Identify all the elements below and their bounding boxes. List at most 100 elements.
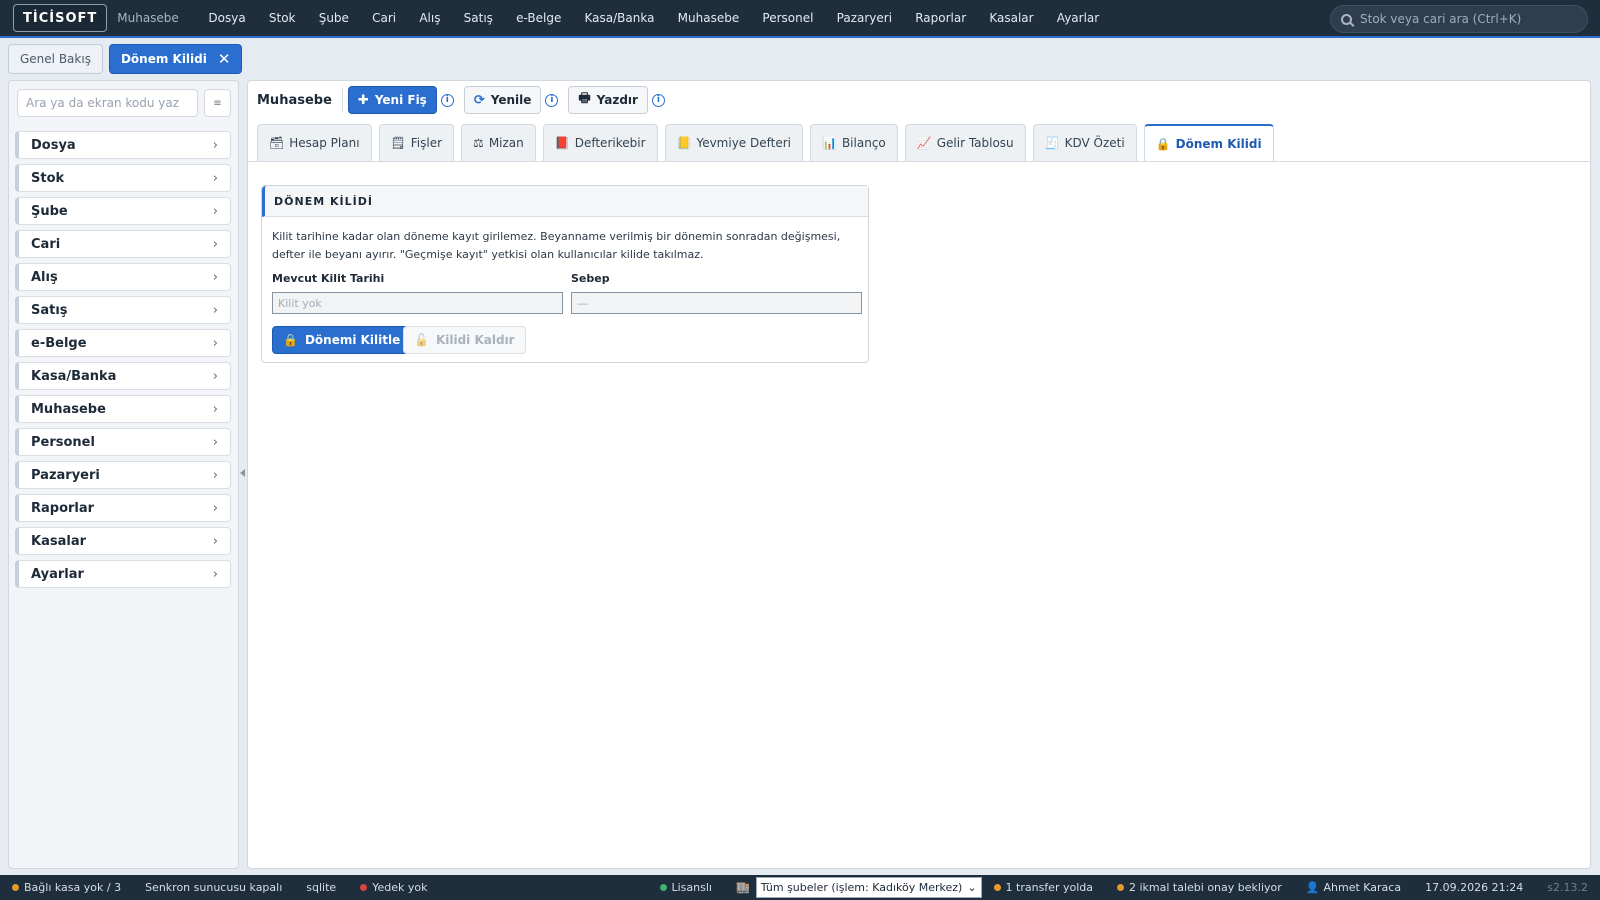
- unlock-button[interactable]: 🔓 Kilidi Kaldır: [403, 326, 526, 354]
- global-search-input[interactable]: Stok veya cari ara (Ctrl+K): [1330, 5, 1588, 33]
- sidebar-item-label: Kasalar: [31, 533, 86, 549]
- app-logo[interactable]: TİCİSOFT: [13, 4, 108, 32]
- sidebar-item-ayarlar[interactable]: Ayarlar ›: [15, 560, 231, 588]
- sidebar-item-label: Muhasebe: [31, 401, 106, 417]
- top-bar: TİCİSOFT Muhasebe Dosya Stok Şube Cari A…: [0, 0, 1600, 38]
- print-button[interactable]: 🖶 Yazdır: [568, 86, 648, 114]
- sidebar-item-pazaryeri[interactable]: Pazaryeri ›: [15, 461, 231, 489]
- sidebar-item-kasalar[interactable]: Kasalar ›: [15, 527, 231, 555]
- sidebar-item-satis[interactable]: Satış ›: [15, 296, 231, 324]
- sidebar-item-label: Dosya: [31, 137, 76, 153]
- transfer-text: 1 transfer yolda: [1005, 881, 1093, 894]
- sidebar-item-label: Şube: [31, 203, 68, 219]
- info-icon[interactable]: i: [545, 93, 559, 107]
- chevron-right-icon: ›: [212, 401, 218, 417]
- chevron-right-icon: ›: [212, 236, 218, 252]
- status-bar: Bağlı kasa yok / 3 Senkron sunucusu kapa…: [0, 875, 1600, 900]
- tab-gelir-tablosu[interactable]: 📈 Gelir Tablosu: [904, 124, 1026, 161]
- request-text: 2 ikmal talebi onay bekliyor: [1128, 881, 1282, 894]
- sidebar-search-input[interactable]: Ara ya da ekran kodu yaz: [17, 89, 198, 117]
- sidebar-item-alis[interactable]: Alış ›: [15, 263, 231, 291]
- info-icon[interactable]: i: [440, 93, 454, 107]
- close-icon[interactable]: ✕: [218, 50, 231, 68]
- lock-period-button[interactable]: 🔒 Dönemi Kilitle: [272, 326, 412, 354]
- topnav-stok[interactable]: Stok: [257, 11, 307, 25]
- topnav-cari[interactable]: Cari: [361, 11, 408, 25]
- sidebar-collapse-handle[interactable]: [240, 469, 245, 477]
- sidebar-item-label: Personel: [31, 434, 95, 450]
- tab-fisler[interactable]: 🗒 Fişler: [378, 124, 455, 161]
- toolbar-title: Muhasebe: [257, 92, 332, 108]
- sidebar-item-e-belge[interactable]: e-Belge ›: [15, 329, 231, 357]
- warning-dot-icon: [12, 884, 19, 891]
- chevron-right-icon: ›: [212, 434, 218, 450]
- sidebar-item-label: Ayarlar: [31, 566, 84, 582]
- sidebar-item-cari[interactable]: Cari ›: [15, 230, 231, 258]
- chevron-right-icon: ›: [212, 467, 218, 483]
- current-lock-field[interactable]: Kilit yok: [272, 292, 563, 314]
- topnav-personel[interactable]: Personel: [751, 11, 825, 25]
- sidebar-item-label: Alış: [31, 269, 58, 285]
- topnav-raporlar[interactable]: Raporlar: [904, 11, 978, 25]
- tab-bilanco[interactable]: 📊 Bilanço: [810, 124, 898, 161]
- tab-genel-bakis[interactable]: Genel Bakış: [8, 44, 103, 74]
- topnav-e-belge[interactable]: e-Belge: [505, 11, 573, 25]
- period-lock-panel: DÖNEM KİLİDİ Kilit tarihine kadar olan d…: [261, 185, 869, 363]
- topnav-pazaryeri[interactable]: Pazaryeri: [825, 11, 904, 25]
- branch-select[interactable]: Tüm şubeler (işlem: Kadıköy Merkez) ⌄: [755, 877, 982, 898]
- tab-label: Dönem Kilidi: [1175, 137, 1262, 151]
- backup-status: Yedek yok: [348, 881, 439, 894]
- sidebar-item-muhasebe[interactable]: Muhasebe ›: [15, 395, 231, 423]
- transfer-status[interactable]: 1 transfer yolda: [982, 881, 1105, 894]
- sidebar-item-label: Satış: [31, 302, 68, 318]
- topnav-sube[interactable]: Şube: [307, 11, 360, 25]
- sidebar-item-raporlar[interactable]: Raporlar ›: [15, 494, 231, 522]
- tab-donem-kilidi-module[interactable]: 🔒 Dönem Kilidi: [1143, 124, 1274, 162]
- tab-yevmiye-defteri[interactable]: 📒 Yevmiye Defteri: [664, 124, 803, 161]
- module-tabs: 🗃 Hesap Planı 🗒 Fişler ⚖ Mizan 📕 Defterikebi…: [257, 124, 1274, 162]
- topnav-muhasebe[interactable]: Muhasebe: [666, 11, 751, 25]
- topnav-alis[interactable]: Alış: [408, 11, 452, 25]
- license-text: Lisanslı: [671, 881, 712, 894]
- info-icon[interactable]: i: [651, 93, 665, 107]
- sidebar-item-stok[interactable]: Stok ›: [15, 164, 231, 192]
- sidebar-item-sube[interactable]: Şube ›: [15, 197, 231, 225]
- sidebar-item-label: Cari: [31, 236, 61, 252]
- user-status[interactable]: 👤 Ahmet Karaca: [1294, 881, 1413, 894]
- new-voucher-button[interactable]: ✚ Yeni Fiş: [347, 86, 437, 114]
- red-book-icon: 📕: [554, 136, 570, 150]
- branch-icon: 🏬: [735, 881, 750, 894]
- search-icon: [1341, 13, 1352, 25]
- refresh-label: Yenile: [490, 93, 532, 107]
- toolbar-divider: [341, 88, 343, 112]
- request-status[interactable]: 2 ikmal talebi onay bekliyor: [1105, 881, 1294, 894]
- receipt-icon: 🧾: [1044, 136, 1060, 150]
- tab-label: Bilanço: [841, 136, 886, 150]
- tab-mizan[interactable]: ⚖ Mizan: [461, 124, 536, 161]
- tab-donem-kilidi[interactable]: Dönem Kilidi ✕: [108, 44, 243, 74]
- refresh-button[interactable]: ⟳ Yenile: [463, 86, 542, 114]
- topnav-kasalar[interactable]: Kasalar: [978, 11, 1045, 25]
- current-lock-label: Mevcut Kilit Tarihi: [272, 272, 385, 285]
- sidebar-item-dosya[interactable]: Dosya ›: [15, 131, 231, 159]
- sidebar-item-kasa-banka[interactable]: Kasa/Banka ›: [15, 362, 231, 390]
- sidebar-item-label: Stok: [31, 170, 65, 186]
- plus-icon: ✚: [357, 92, 369, 108]
- printer-icon: 🖶: [578, 91, 591, 106]
- menu-icon[interactable]: ≡: [204, 89, 231, 117]
- branch-select-value: Tüm şubeler (işlem: Kadıköy Merkez): [760, 881, 963, 894]
- topnav-satis[interactable]: Satış: [452, 11, 504, 25]
- license-status: Lisanslı: [648, 881, 724, 894]
- topnav-dosya[interactable]: Dosya: [197, 11, 257, 25]
- topnav-kasa-banka[interactable]: Kasa/Banka: [573, 11, 666, 25]
- tab-kdv-ozeti[interactable]: 🧾 KDV Özeti: [1032, 124, 1137, 161]
- tab-hesap-plani[interactable]: 🗃 Hesap Planı: [257, 124, 372, 161]
- reason-field[interactable]: —: [571, 292, 862, 314]
- scales-icon: ⚖: [473, 136, 484, 150]
- tab-defterikebir[interactable]: 📕 Defterikebir: [542, 124, 658, 161]
- sidebar-item-label: Raporlar: [31, 500, 95, 516]
- topnav-ayarlar[interactable]: Ayarlar: [1045, 11, 1111, 25]
- sidebar-item-personel[interactable]: Personel ›: [15, 428, 231, 456]
- cash-register-status: Bağlı kasa yok / 3: [0, 881, 133, 894]
- warning-dot-icon: [1116, 884, 1124, 891]
